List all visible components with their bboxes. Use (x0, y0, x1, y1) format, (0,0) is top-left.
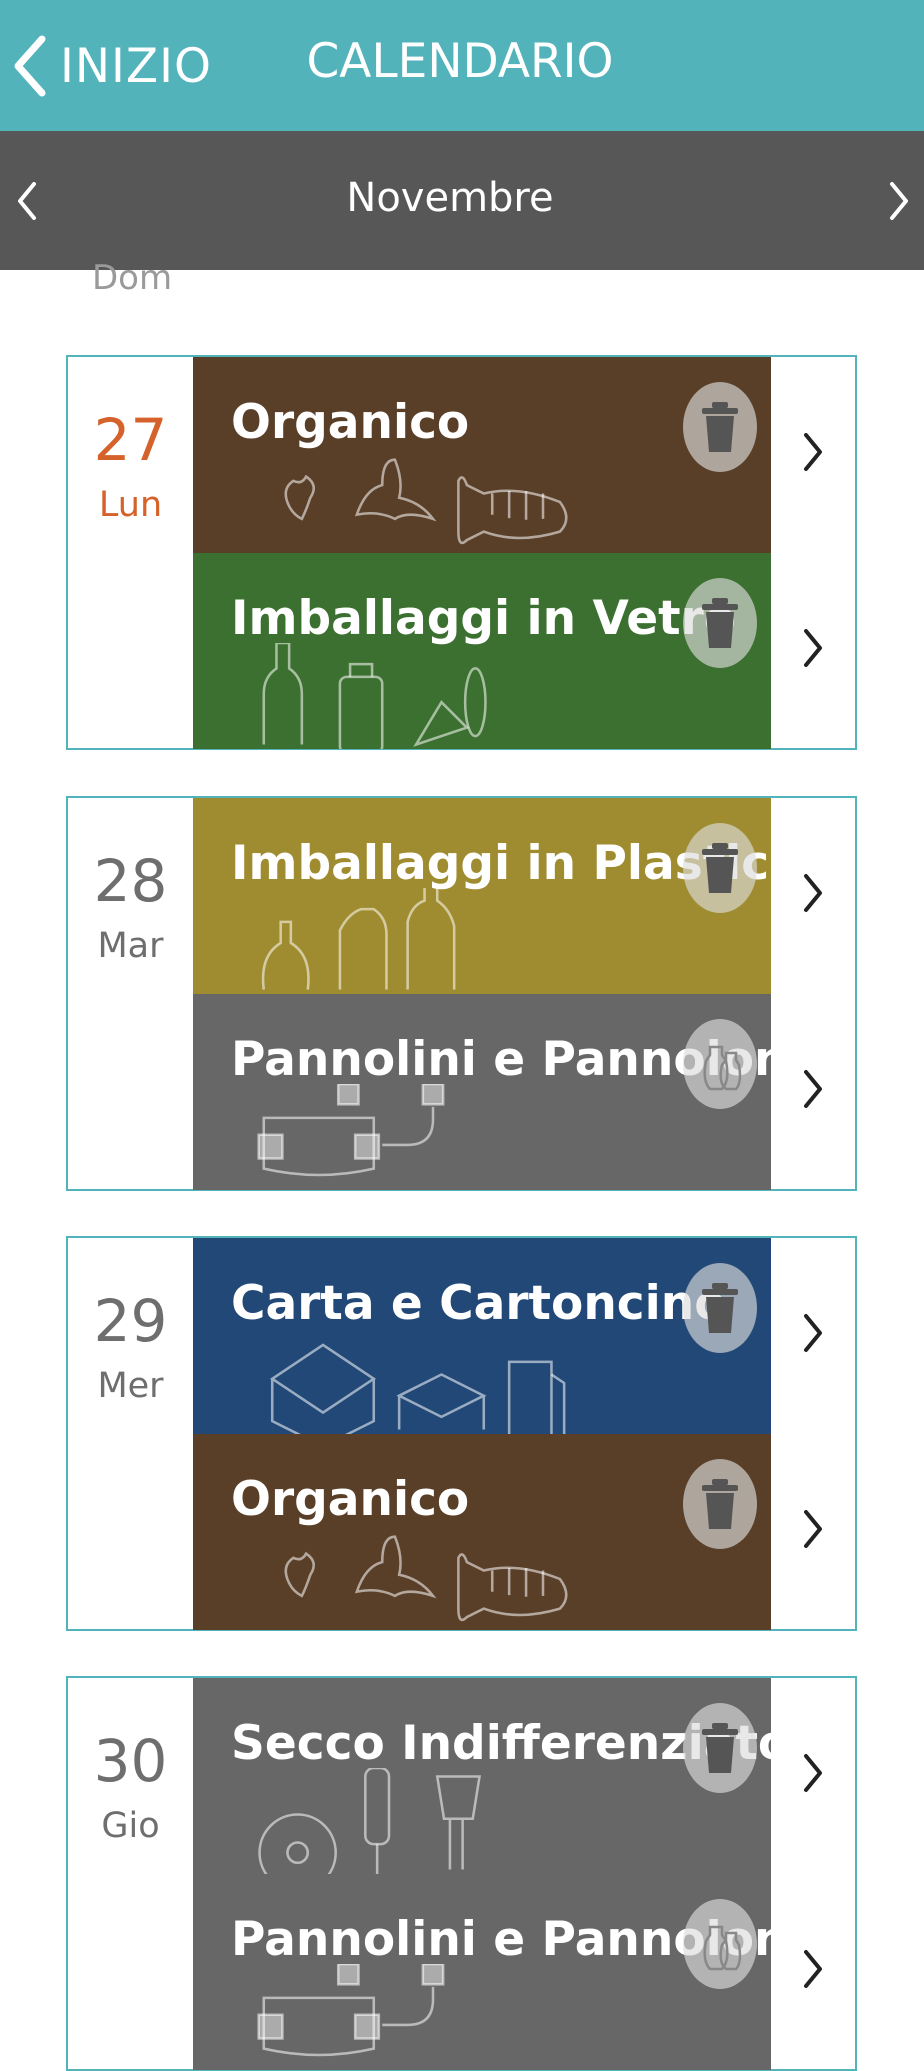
collection-event[interactable]: Secco Indifferenziato (193, 1678, 857, 1874)
page-title: CALENDARIO (306, 34, 614, 89)
event-label: Carta e Cartoncino (231, 1276, 727, 1331)
event-list: Carta e Cartoncino Organico (193, 1238, 857, 1630)
bags-icon (703, 1925, 742, 1971)
bin-badge (683, 823, 757, 913)
diapers-illustration (257, 1084, 445, 1177)
event-label: Organico (231, 395, 470, 450)
day-name: Mer (97, 1366, 164, 1406)
day-date: 30 Gio (68, 1678, 193, 2069)
chevron-left-icon (18, 182, 36, 220)
glass-illustration (262, 643, 487, 749)
event-color-band: Organico (193, 1434, 771, 1630)
next-month-button[interactable] (874, 171, 924, 231)
event-details-chevron[interactable] (793, 1504, 833, 1554)
chevron-right-icon (804, 1070, 822, 1108)
bags-icon (703, 1045, 742, 1091)
day-card: 29 Mer Carta e Cartoncino Organico (66, 1236, 857, 1631)
event-color-band: Carta e Cartoncino (193, 1238, 771, 1434)
collection-event[interactable]: Pannolini e Pannoloni (193, 994, 857, 1190)
chevron-right-icon (804, 1754, 822, 1792)
event-details-chevron[interactable] (793, 1308, 833, 1358)
event-list: Imballaggi in Plastica Pannolini e Pannol… (193, 798, 857, 1190)
plastic-illustration (261, 888, 456, 990)
event-details-chevron[interactable] (793, 1748, 833, 1798)
paper-illustration (269, 1343, 566, 1434)
day-date: 27 Lun (68, 357, 193, 748)
day-date: 29 Mer (68, 1238, 193, 1629)
chevron-right-icon (804, 874, 822, 912)
chevron-right-icon (804, 1950, 822, 1988)
day-number: 29 (93, 1287, 168, 1355)
trash-icon (702, 402, 738, 452)
event-color-band: Pannolini e Pannoloni (193, 1874, 771, 2070)
back-button[interactable]: INIZIO (12, 28, 212, 104)
bin-badge (683, 1703, 757, 1793)
previous-month-button[interactable] (2, 171, 52, 231)
chevron-right-icon (804, 1314, 822, 1352)
diapers-illustration (257, 1964, 445, 2057)
chevron-left-icon (14, 35, 46, 97)
chevron-right-icon (804, 1510, 822, 1548)
bin-badge (683, 1263, 757, 1353)
day-number: 30 (93, 1727, 168, 1795)
day-name: Lun (98, 485, 163, 525)
event-details-chevron[interactable] (793, 427, 833, 477)
event-details-chevron[interactable] (793, 623, 833, 673)
event-color-band: Imballaggi in Plastica (193, 798, 771, 994)
collection-event[interactable]: Pannolini e Pannoloni (193, 1874, 857, 2070)
organic-illustration (284, 1535, 568, 1622)
month-label: Novembre (346, 175, 554, 221)
chevron-right-icon (804, 629, 822, 667)
event-color-band: Secco Indifferenziato (193, 1678, 771, 1874)
event-details-chevron[interactable] (793, 868, 833, 918)
trash-icon (702, 1479, 738, 1529)
day-date: 28 Mar (68, 798, 193, 1189)
collection-event[interactable]: Organico (193, 357, 857, 553)
organic-illustration (284, 458, 568, 545)
collection-event[interactable]: Organico (193, 1434, 857, 1630)
day-card: 27 Lun Organico Imballaggi in Vetro (66, 355, 857, 750)
chevron-right-icon (804, 433, 822, 471)
day-number: 27 (93, 406, 168, 474)
month-navigator: Novembre (0, 131, 924, 270)
event-label: Organico (231, 1472, 470, 1527)
day-name: Gio (101, 1806, 160, 1846)
collection-event[interactable]: Imballaggi in Vetro (193, 553, 857, 749)
day-card: 28 Mar Imballaggi in Plastica Pannolini e P… (66, 796, 857, 1191)
bin-badge (683, 382, 757, 472)
trash-icon (702, 1283, 738, 1333)
bin-badge (683, 1019, 757, 1109)
partial-day-label: Dom (92, 258, 173, 298)
back-label: INIZIO (60, 38, 212, 94)
trash-icon (702, 1723, 738, 1773)
event-color-band: Pannolini e Pannoloni (193, 994, 771, 1190)
chevron-right-icon (890, 182, 908, 220)
app-header: INIZIO CALENDARIO (0, 0, 924, 131)
event-color-band: Organico (193, 357, 771, 553)
bin-badge (683, 578, 757, 668)
collection-event[interactable]: Carta e Cartoncino (193, 1238, 857, 1434)
bin-badge (683, 1459, 757, 1549)
event-details-chevron[interactable] (793, 1944, 833, 1994)
event-list: Organico Imballaggi in Vetro (193, 357, 857, 749)
trash-icon (702, 843, 738, 893)
collection-event[interactable]: Imballaggi in Plastica (193, 798, 857, 994)
event-details-chevron[interactable] (793, 1064, 833, 1114)
day-name: Mar (97, 926, 164, 966)
trash-icon (702, 598, 738, 648)
day-number: 28 (93, 847, 168, 915)
event-color-band: Imballaggi in Vetro (193, 553, 771, 749)
event-list: Secco Indifferenziato Pannolini e Pannolo… (193, 1678, 857, 2070)
bin-badge (683, 1899, 757, 1989)
day-card: 30 Gio Secco Indifferenziato Pannolini e Pa… (66, 1676, 857, 2071)
dry-illustration (258, 1768, 482, 1874)
event-label: Imballaggi in Vetro (231, 591, 737, 646)
